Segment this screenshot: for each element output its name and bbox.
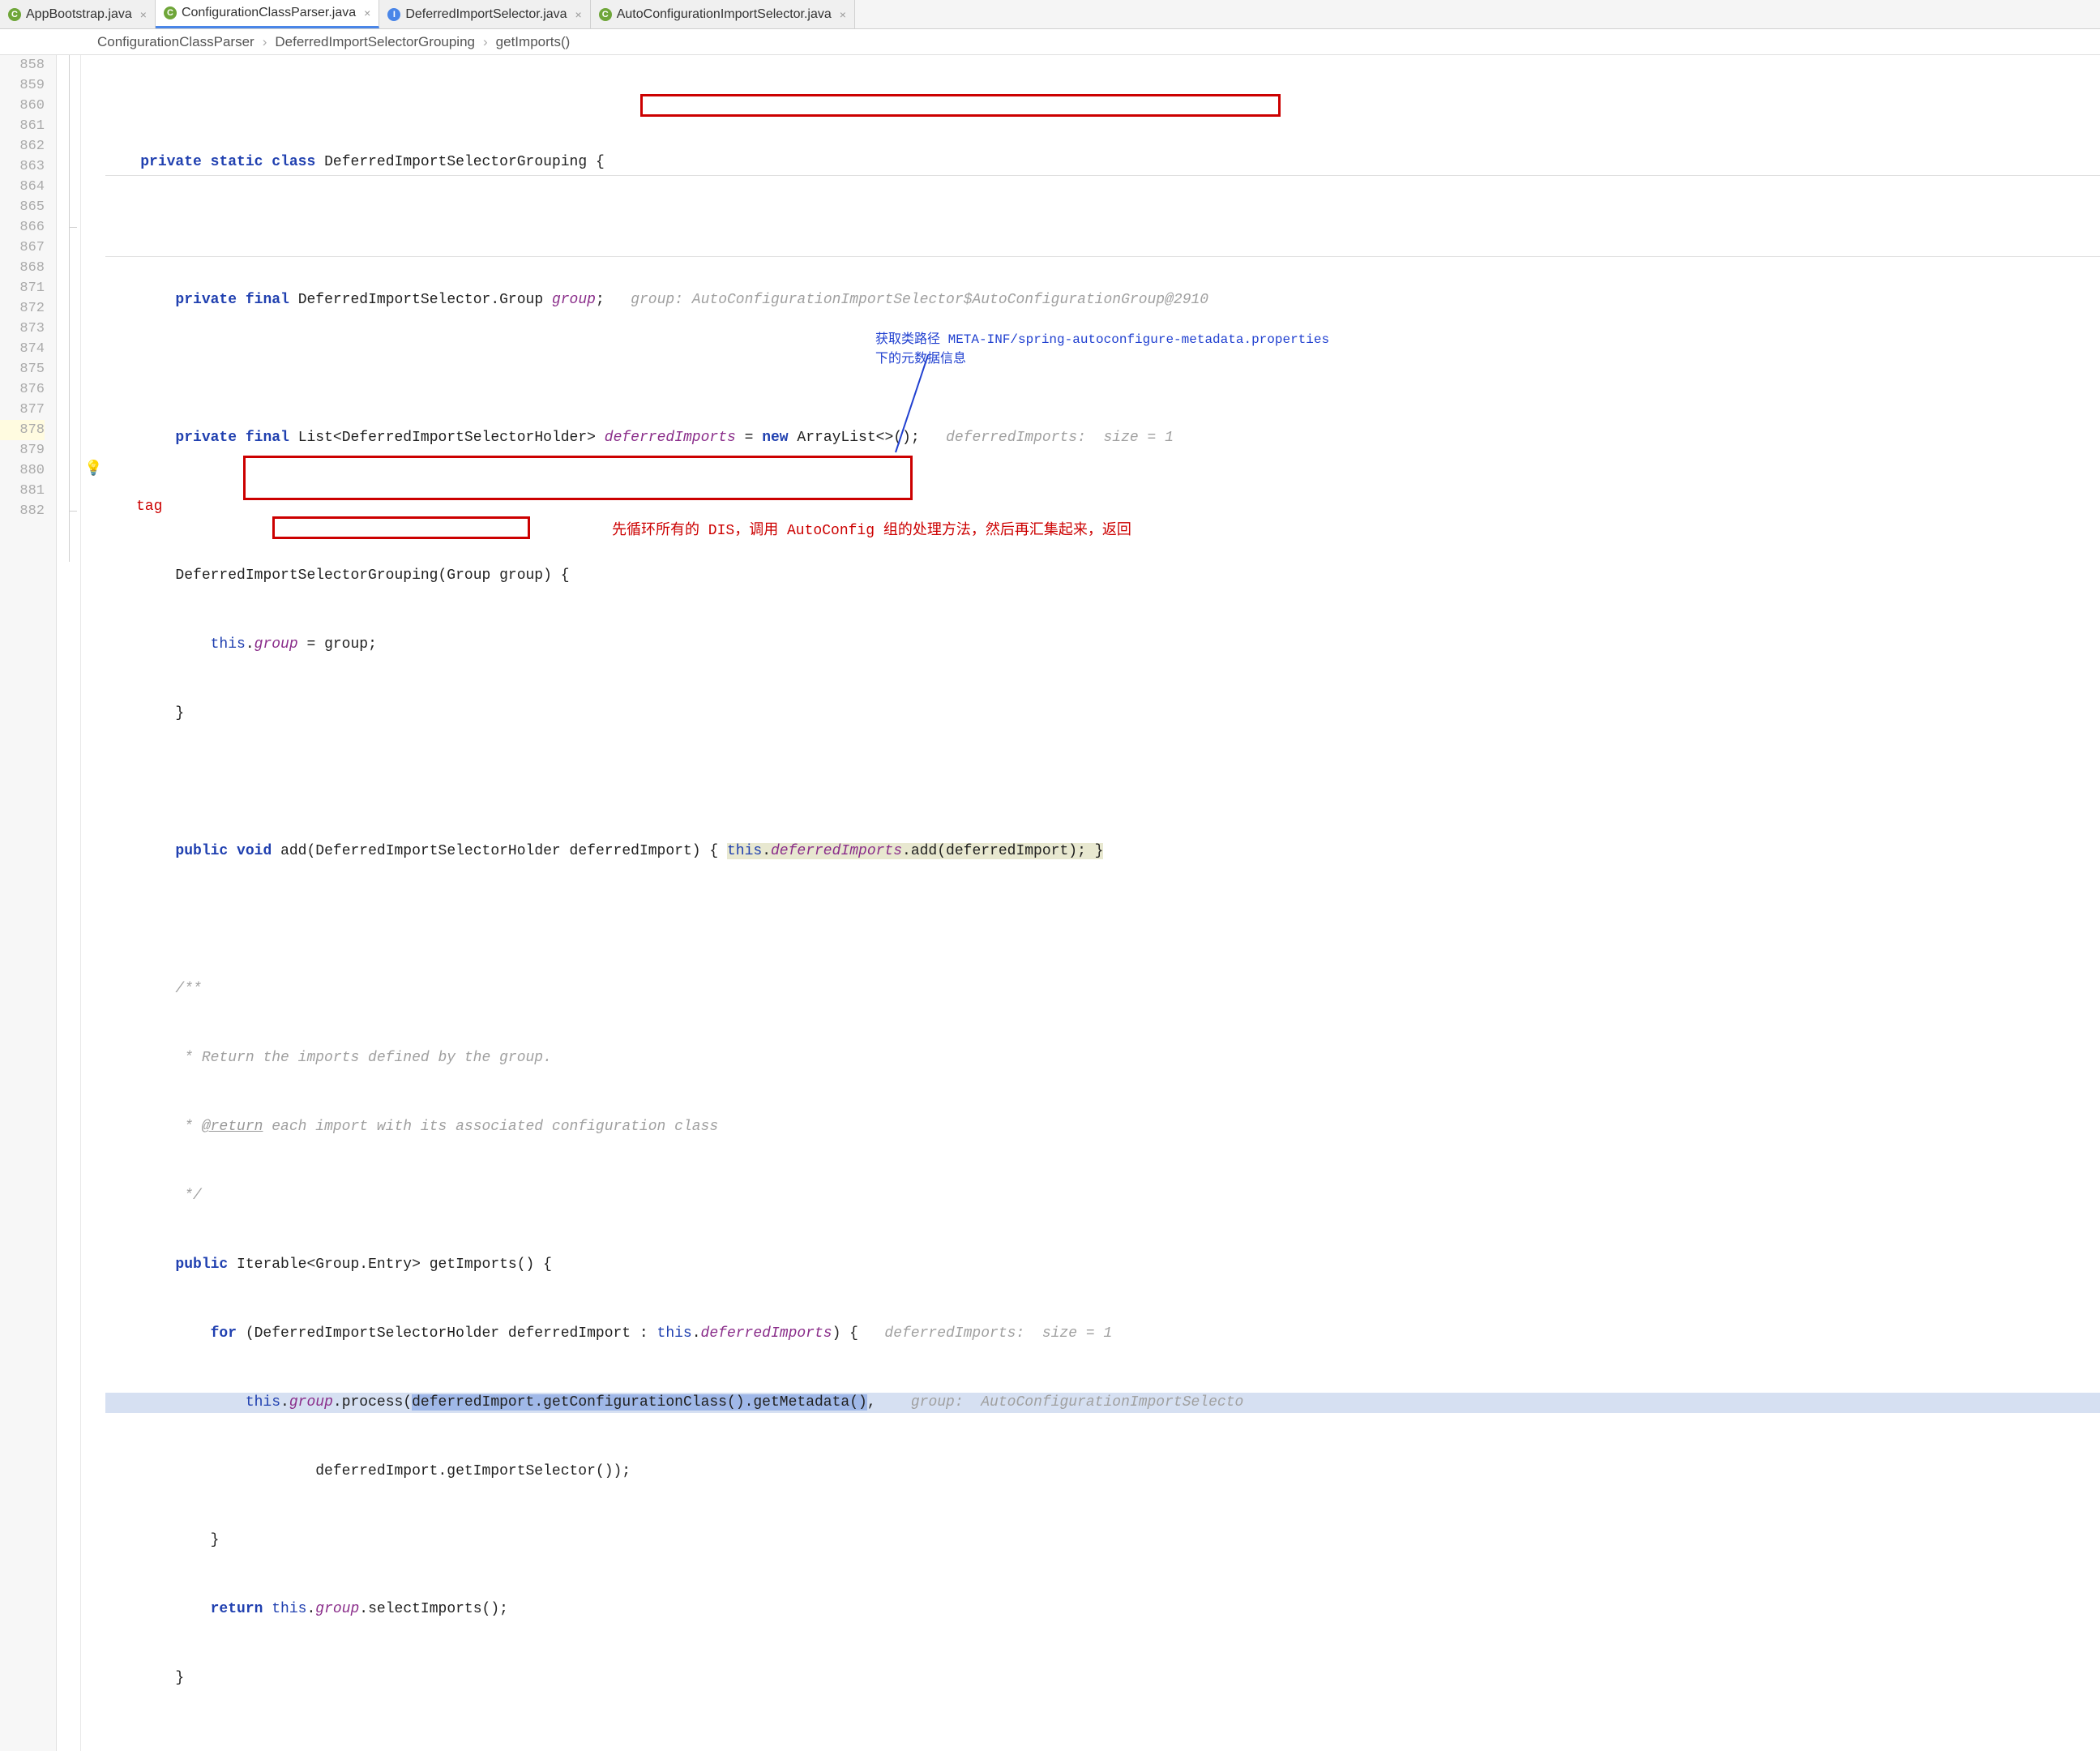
annotation-note: 获取类路径 META-INF/spring-autoconfigure-meta… [875,328,1329,366]
line-number: 877 [0,400,45,420]
code-line: private static class DeferredImportSelec… [105,152,2100,173]
breadcrumb-item[interactable]: getImports() [496,34,571,50]
line-number: 880 [0,460,45,481]
code-line: private final DeferredImportSelector.Gro… [105,290,2100,310]
intention-gutter: 💡 [81,55,105,1751]
code-line: this.group.process(deferredImport.getCon… [105,1393,2100,1413]
line-number: 860 [0,96,45,116]
tab-label: AppBootstrap.java [26,7,132,22]
line-number: 874 [0,339,45,359]
editor-tabs: C AppBootstrap.java × C ConfigurationCla… [0,0,2100,29]
code-line: public Iterable<Group.Entry> getImports(… [105,1255,2100,1275]
line-number: 866 [0,217,45,238]
line-number: 875 [0,359,45,379]
code-line: */ [105,1186,2100,1206]
close-icon[interactable]: × [364,6,370,19]
line-number: 881 [0,481,45,501]
tab-label: DeferredImportSelector.java [405,7,567,22]
line-number: 863 [0,156,45,177]
code-line: } [105,1531,2100,1551]
chevron-right-icon: › [483,34,488,50]
java-class-icon: C [164,6,177,19]
annotation-label: tag [136,499,162,515]
code-line [105,221,2100,242]
line-number: 878 [0,420,45,440]
java-interface-icon: I [387,8,400,21]
java-class-icon: C [599,8,612,21]
annotation-box [243,456,913,500]
code-line: /** [105,979,2100,1000]
code-editor[interactable]: 8588598608618628638648658668678688718728… [0,55,2100,1751]
line-number: 859 [0,75,45,96]
code-line: } [105,704,2100,724]
code-line: deferredImport.getImportSelector()); [105,1462,2100,1482]
tab-deferredimportselector[interactable]: I DeferredImportSelector.java × [379,0,590,28]
tab-configclassparser[interactable]: C ConfigurationClassParser.java × [156,0,379,28]
line-number: 864 [0,177,45,197]
code-line: DeferredImportSelectorGrouping(Group gro… [105,566,2100,586]
tab-label: AutoConfigurationImportSelector.java [617,7,832,22]
fold-gutter [57,55,81,1751]
tab-label: ConfigurationClassParser.java [182,6,356,20]
line-number: 872 [0,298,45,319]
java-class-icon: C [8,8,21,21]
annotation-box [640,94,1281,117]
chevron-right-icon: › [263,34,267,50]
line-number: 867 [0,238,45,258]
code-area[interactable]: private static class DeferredImportSelec… [105,55,2100,1751]
code-line [105,910,2100,931]
line-number: 876 [0,379,45,400]
code-line: this.group = group; [105,635,2100,655]
code-line: private final List<DeferredImportSelecto… [105,428,2100,448]
code-line: return this.group.selectImports(); [105,1599,2100,1620]
annotation-note: 先循环所有的 DIS，调用 AutoConfig 组的处理方法，然后再汇集起来，… [612,518,1131,539]
close-icon[interactable]: × [575,8,582,21]
code-line [105,773,2100,793]
close-icon[interactable]: × [140,8,147,21]
line-number: 861 [0,116,45,136]
code-line [105,497,2100,517]
tab-appbootstrap[interactable]: C AppBootstrap.java × [0,0,156,28]
code-line: * @return each import with its associate… [105,1117,2100,1137]
line-number: 868 [0,258,45,278]
line-number: 882 [0,501,45,521]
line-number: 871 [0,278,45,298]
line-number: 865 [0,197,45,217]
line-number: 879 [0,440,45,460]
line-number: 858 [0,55,45,75]
code-line: public void add(DeferredImportSelectorHo… [105,841,2100,862]
annotation-box [272,516,530,539]
tab-autoconfigimportselector[interactable]: C AutoConfigurationImportSelector.java × [591,0,855,28]
line-number-gutter: 8588598608618628638648658668678688718728… [0,55,57,1751]
code-line: } [105,1668,2100,1689]
close-icon[interactable]: × [840,8,846,21]
breadcrumb: ConfigurationClassParser › DeferredImpor… [0,29,2100,55]
line-number: 862 [0,136,45,156]
breadcrumb-item[interactable]: ConfigurationClassParser [97,34,254,50]
breadcrumb-item[interactable]: DeferredImportSelectorGrouping [275,34,475,50]
lightbulb-icon[interactable]: 💡 [84,460,102,477]
code-line: for (DeferredImportSelectorHolder deferr… [105,1324,2100,1344]
line-number: 873 [0,319,45,339]
code-line: * Return the imports defined by the grou… [105,1048,2100,1068]
